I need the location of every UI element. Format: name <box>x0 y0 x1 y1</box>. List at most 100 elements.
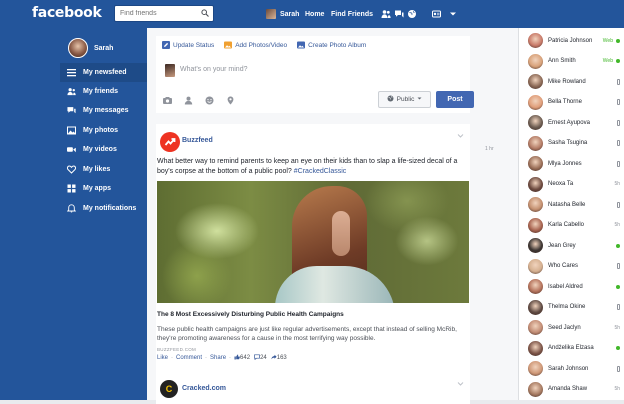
chat-contact[interactable]: Ernest Ayupova <box>519 112 624 133</box>
chat-contact[interactable]: Sarah Johnson <box>519 358 624 379</box>
buzzfeed-logo[interactable] <box>160 132 180 152</box>
facebook-logo[interactable]: facebook <box>32 5 102 21</box>
chat-contact[interactable]: Neoxa Ta 5h <box>519 174 624 195</box>
sidebar-item-label: My notifications <box>83 205 137 212</box>
chevron-down-icon[interactable] <box>457 132 464 141</box>
chevron-down-icon[interactable] <box>457 380 464 389</box>
sidebar-item-messages[interactable]: My messages <box>60 101 147 120</box>
top-user-avatar[interactable] <box>266 9 276 19</box>
post-image[interactable] <box>157 181 469 303</box>
chat-contact[interactable]: Patricia Johnson Web <box>519 30 624 51</box>
messages-icon[interactable] <box>394 9 404 19</box>
sidebar-item-label: My apps <box>83 185 112 192</box>
chat-contact-name: Andżelika Elzasa <box>548 345 594 351</box>
sidebar-item-likes[interactable]: My likes <box>60 160 147 179</box>
sidebar-item-photos[interactable]: My photos <box>60 121 147 140</box>
link-title[interactable]: The 8 Most Excessively Disturbing Public… <box>157 311 344 318</box>
link-description: These public health campaigns are just l… <box>157 326 457 342</box>
video-icon <box>67 145 76 154</box>
chat-contact[interactable]: Andżelika Elzasa <box>519 338 624 359</box>
sidebar-item-label: My videos <box>83 146 117 153</box>
chevron-down-icon[interactable] <box>448 9 458 19</box>
online-dot-icon <box>616 243 620 248</box>
mobile-icon <box>617 201 620 208</box>
like-button[interactable]: Like <box>157 355 168 361</box>
chat-contact[interactable]: Thelma Okine <box>519 297 624 318</box>
sidebar-user[interactable]: Sarah <box>68 38 113 58</box>
privacy-selector[interactable]: Public <box>378 91 431 108</box>
location-icon[interactable] <box>226 96 235 105</box>
account-settings-icon[interactable] <box>432 9 444 19</box>
apps-icon <box>67 184 76 193</box>
online-dot-icon <box>616 59 620 63</box>
post-author[interactable]: Cracked.com <box>182 385 226 392</box>
search-box[interactable] <box>114 5 214 22</box>
sidebar-item-videos[interactable]: My videos <box>60 140 147 159</box>
chat-contact[interactable]: Natasha Belle <box>519 194 624 215</box>
shares-count[interactable]: 163 <box>271 354 287 362</box>
chat-contact[interactable]: Sasha Tsugina <box>519 133 624 154</box>
tag-friends-icon[interactable] <box>184 96 193 105</box>
sidebar-item-notifications[interactable]: My notifications <box>60 199 147 218</box>
share-button[interactable]: Share <box>210 355 226 361</box>
globe-notifications-icon[interactable] <box>407 9 417 19</box>
sidebar-item-label: My newsfeed <box>83 69 127 76</box>
chat-status: 5h <box>614 181 620 187</box>
sidebar-user-name[interactable]: Sarah <box>94 45 113 52</box>
avatar <box>528 115 543 130</box>
tab-update-status[interactable]: Update Status <box>162 41 214 49</box>
chat-status <box>616 346 620 350</box>
chat-contact[interactable]: Jean Grey <box>519 235 624 256</box>
chat-status: 5h <box>614 222 620 228</box>
home-link[interactable]: Home <box>305 0 324 28</box>
tab-create-album[interactable]: Create Photo Album <box>297 41 366 49</box>
online-dot-icon <box>616 38 620 43</box>
top-user-name[interactable]: Sarah <box>280 0 299 28</box>
comments-count[interactable]: 24 <box>254 354 267 362</box>
camera-icon[interactable] <box>163 96 172 105</box>
likes-count[interactable]: 642 <box>234 354 250 362</box>
avatar <box>528 176 543 192</box>
avatar <box>528 53 543 69</box>
feeling-icon[interactable] <box>205 96 214 105</box>
chat-contact[interactable]: Seed Jaclyn 5h <box>519 317 624 338</box>
sidebar-item-newsfeed[interactable]: My newsfeed <box>60 63 147 82</box>
chat-contact[interactable]: Mlya Jonnes <box>519 153 624 174</box>
chat-contact-name: Isabel Aldred <box>548 283 583 290</box>
composer-avatar <box>165 64 175 77</box>
search-input[interactable] <box>115 6 195 21</box>
cracked-logo[interactable]: C <box>160 380 178 398</box>
chat-contact[interactable]: Ann Smith Web <box>519 51 624 72</box>
heart-icon <box>67 165 76 174</box>
chat-contact-name: Mlya Jonnes <box>548 160 582 167</box>
chat-contact[interactable]: Isabel Aldred <box>519 276 624 297</box>
sidebar-item-friends[interactable]: My friends <box>60 82 147 101</box>
chat-status <box>617 365 620 372</box>
chat-contact[interactable]: Amanda Shaw 5h <box>519 379 624 400</box>
chat-contact-name: Amanda Shaw <box>548 386 588 392</box>
find-friends-link[interactable]: Find Friends <box>331 0 373 28</box>
chat-status <box>617 78 620 85</box>
chat-contact[interactable]: Bella Thorne <box>519 92 624 113</box>
chat-contact[interactable]: Who Cares <box>519 256 624 277</box>
online-dot-icon <box>616 284 620 289</box>
friend-requests-icon[interactable] <box>381 9 391 19</box>
post-button[interactable]: Post <box>436 91 474 108</box>
tab-add-photos[interactable]: Add Photos/Video <box>224 41 287 49</box>
search-icon[interactable] <box>201 9 209 17</box>
last-active-label: 5h <box>614 324 620 331</box>
feed-post: Buzzfeed What better way to remind paren… <box>156 124 470 400</box>
hashtag-link[interactable]: #CrackedClassic <box>294 168 347 175</box>
avatar[interactable] <box>68 38 88 58</box>
status-input[interactable]: What's on your mind? <box>180 66 247 73</box>
chat-status <box>617 99 620 105</box>
avatar <box>528 135 543 151</box>
sidebar-item-apps[interactable]: My apps <box>60 179 147 198</box>
chat-contact[interactable]: Mike Rowland <box>519 71 624 92</box>
messages-icon <box>67 106 76 115</box>
chat-contact[interactable]: Karla Cabello 5h <box>519 215 624 236</box>
comment-button[interactable]: Comment <box>176 355 202 361</box>
post-author[interactable]: Buzzfeed <box>182 137 213 144</box>
avatar <box>528 156 543 171</box>
globe-icon <box>387 95 394 104</box>
